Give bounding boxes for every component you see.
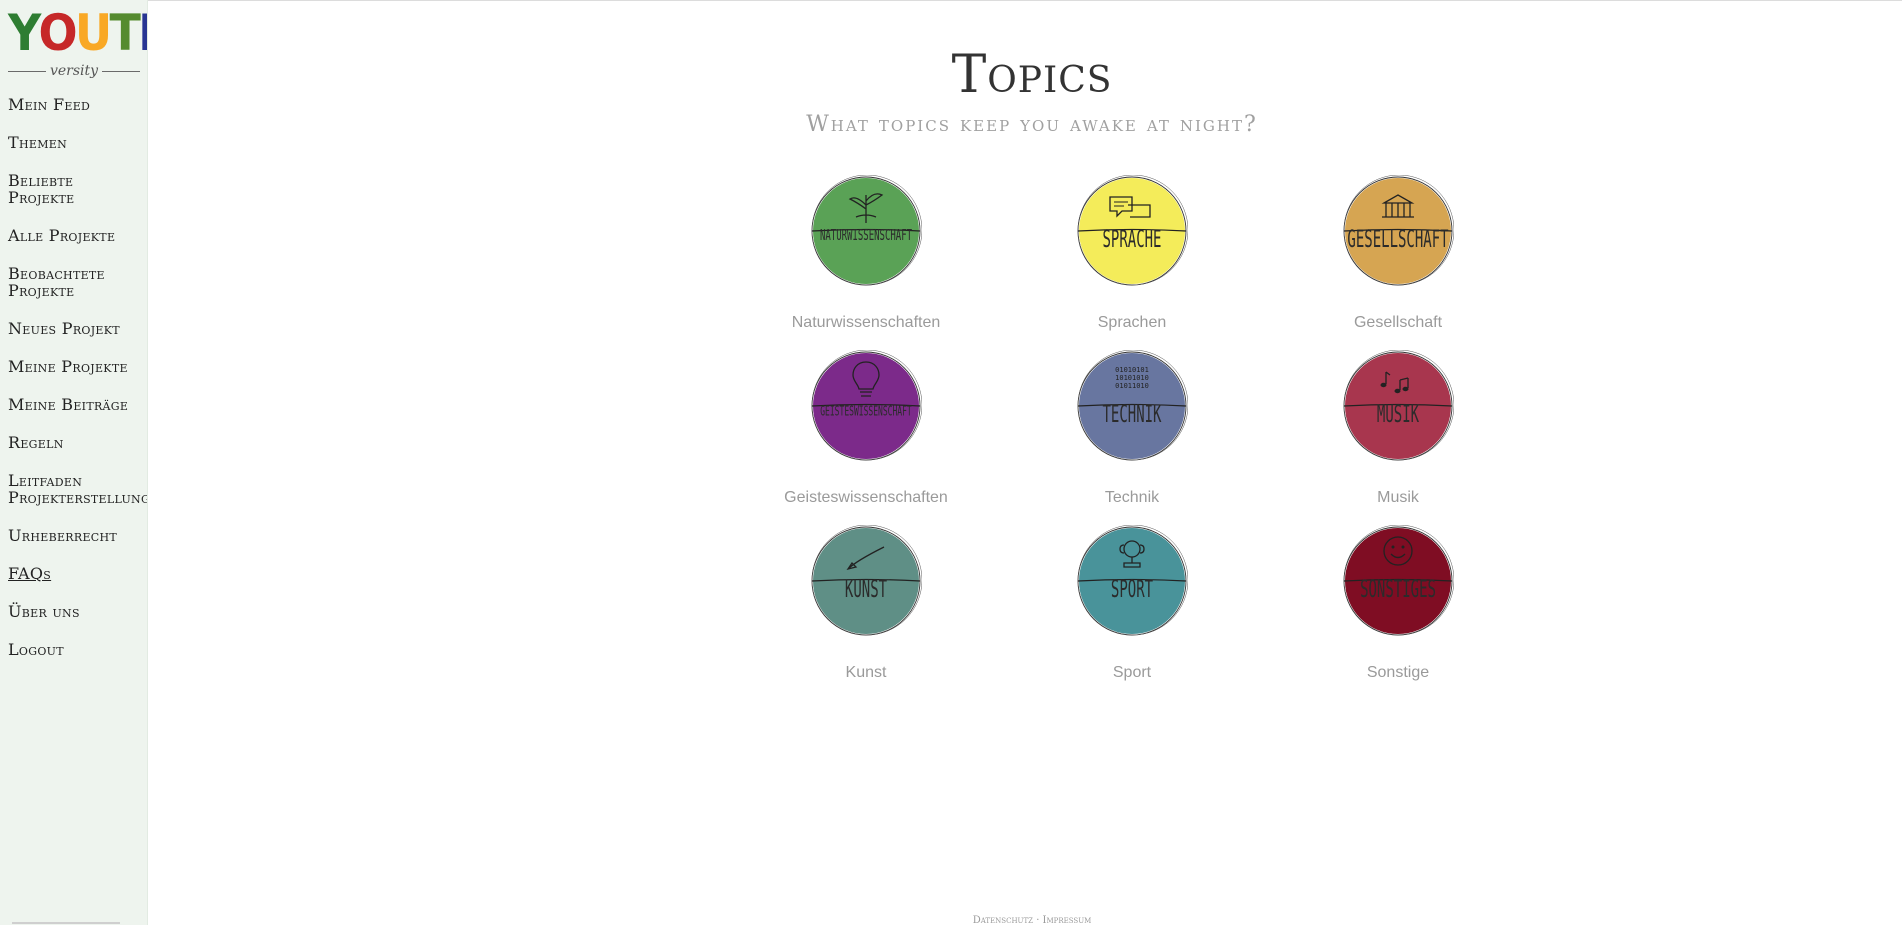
- logo-letter-t: T: [109, 4, 141, 62]
- logo-letter-y: Y: [8, 4, 41, 62]
- youthversity-logo[interactable]: Y O U T H versity: [8, 4, 147, 80]
- topic-card-naturwissenschaften[interactable]: NATURWISSENSCHAFT Naturwissenschaften: [766, 175, 966, 332]
- topic-badge-text: SONSTIGES: [1360, 576, 1436, 604]
- topic-card-sport[interactable]: SPORT Sport: [1032, 525, 1232, 682]
- topic-card-gesellschaft[interactable]: GESELLSCHAFT Gesellschaft: [1298, 175, 1498, 332]
- topic-badge-text: GESELLSCHAFT: [1347, 226, 1449, 254]
- topic-card-sonstige[interactable]: SONSTIGES Sonstige: [1298, 525, 1498, 682]
- nav-item-regeln[interactable]: Regeln: [8, 434, 147, 451]
- topic-badge-text: MUSIK: [1376, 401, 1420, 429]
- topic-badge-text: SPRACHE: [1102, 226, 1162, 254]
- logo-divider: [102, 70, 140, 72]
- footer-datenschutz-link[interactable]: Datenschutz: [973, 915, 1033, 926]
- binary-code-icon: 010101011010101001011010: [1115, 366, 1149, 390]
- topic-card-sprachen[interactable]: SPRACHE Sprachen: [1032, 175, 1232, 332]
- nav-item-beobachtete-projekte[interactable]: Beobachtete Projekte: [8, 265, 144, 299]
- main-content: Topics What topics keep you awake at nig…: [148, 0, 1902, 926]
- nav-item-ueber-uns[interactable]: Über uns: [8, 603, 147, 620]
- nav-item-urheberrecht[interactable]: Urheberrecht: [8, 527, 147, 544]
- logo-letter-o: O: [38, 4, 78, 62]
- topic-badge[interactable]: NATURWISSENSCHAFT: [810, 175, 922, 287]
- nav-item-themen[interactable]: Themen: [8, 134, 147, 151]
- logo-divider: [8, 70, 46, 72]
- topic-badge-text: SPORT: [1110, 576, 1154, 604]
- topic-badge[interactable]: MUSIK: [1342, 350, 1454, 462]
- topic-badge[interactable]: 01010101 10101010 01011010 TECHNIK: [1076, 350, 1188, 462]
- topic-badge[interactable]: SONSTIGES: [1342, 525, 1454, 637]
- topic-label[interactable]: Kunst: [766, 664, 966, 682]
- topic-badge[interactable]: SPORT: [1076, 525, 1188, 637]
- nav-item-beliebte-projekte[interactable]: Beliebte Projekte: [8, 172, 144, 206]
- footer: Datenschutz · Impressum: [148, 915, 1902, 926]
- topic-label[interactable]: Naturwissenschaften: [766, 314, 966, 332]
- topic-badge[interactable]: GESELLSCHAFT: [1342, 175, 1454, 287]
- topic-label[interactable]: Musik: [1298, 489, 1498, 507]
- topic-card-kunst[interactable]: KUNST Kunst: [766, 525, 966, 682]
- topic-badge[interactable]: GEISTESWISSENSCHAFT: [810, 350, 922, 462]
- topic-label[interactable]: Gesellschaft: [1298, 314, 1498, 332]
- topic-badge-text: GEISTESWISSENSCHAFT: [820, 403, 912, 419]
- sidebar-nav: Mein Feed Themen Beliebte Projekte Alle …: [8, 96, 147, 679]
- sidebar: Y O U T H versity Mein Feed Themen Belie…: [0, 0, 148, 925]
- logo-letter-u: U: [74, 4, 112, 62]
- topic-badge[interactable]: SPRACHE: [1076, 175, 1188, 287]
- topics-grid: NATURWISSENSCHAFT Naturwissenschaften SPRA…: [148, 1, 1902, 926]
- topic-badge[interactable]: KUNST: [810, 525, 922, 637]
- topic-card-musik[interactable]: MUSIK Musik: [1298, 350, 1498, 507]
- topic-label[interactable]: Sonstige: [1298, 664, 1498, 682]
- logo-letter-h: H: [138, 8, 147, 58]
- svg-text:01011010: 01011010: [1115, 382, 1149, 390]
- topic-label[interactable]: Technik: [1032, 489, 1232, 507]
- logo-subtitle: versity: [49, 63, 99, 79]
- nav-item-neues-projekt[interactable]: Neues Projekt: [8, 320, 147, 337]
- footer-impressum-link[interactable]: Impressum: [1043, 915, 1092, 926]
- topic-card-geisteswissenschaften[interactable]: GEISTESWISSENSCHAFT Geisteswissenschaften: [766, 350, 966, 507]
- logo-subline: versity: [8, 64, 140, 78]
- svg-text:10101010: 10101010: [1115, 374, 1149, 382]
- logo-wordmark: Y O U T H: [8, 4, 147, 62]
- nav-item-mein-feed[interactable]: Mein Feed: [8, 96, 147, 113]
- nav-item-alle-projekte[interactable]: Alle Projekte: [8, 227, 147, 244]
- topic-badge-text: NATURWISSENSCHAFT: [819, 228, 913, 246]
- topic-label[interactable]: Sprachen: [1032, 314, 1232, 332]
- topic-badge-text: KUNST: [844, 576, 888, 604]
- topic-label[interactable]: Sport: [1032, 664, 1232, 682]
- nav-item-leitfaden[interactable]: Leitfaden Projekterstellung: [8, 472, 147, 506]
- topic-badge-text: TECHNIK: [1102, 401, 1162, 429]
- nav-item-meine-beitraege[interactable]: Meine Beiträge: [8, 396, 147, 413]
- svg-text:01010101: 01010101: [1115, 366, 1149, 374]
- topic-card-technik[interactable]: 01010101 10101010 01011010 TECHNIK Technik: [1032, 350, 1232, 507]
- sidebar-scrollbar[interactable]: [12, 922, 120, 924]
- nav-item-faqs[interactable]: FAQs: [8, 565, 147, 582]
- topic-label[interactable]: Geisteswissenschaften: [766, 489, 966, 507]
- nav-item-meine-projekte[interactable]: Meine Projekte: [8, 358, 147, 375]
- nav-item-logout[interactable]: Logout: [8, 641, 147, 658]
